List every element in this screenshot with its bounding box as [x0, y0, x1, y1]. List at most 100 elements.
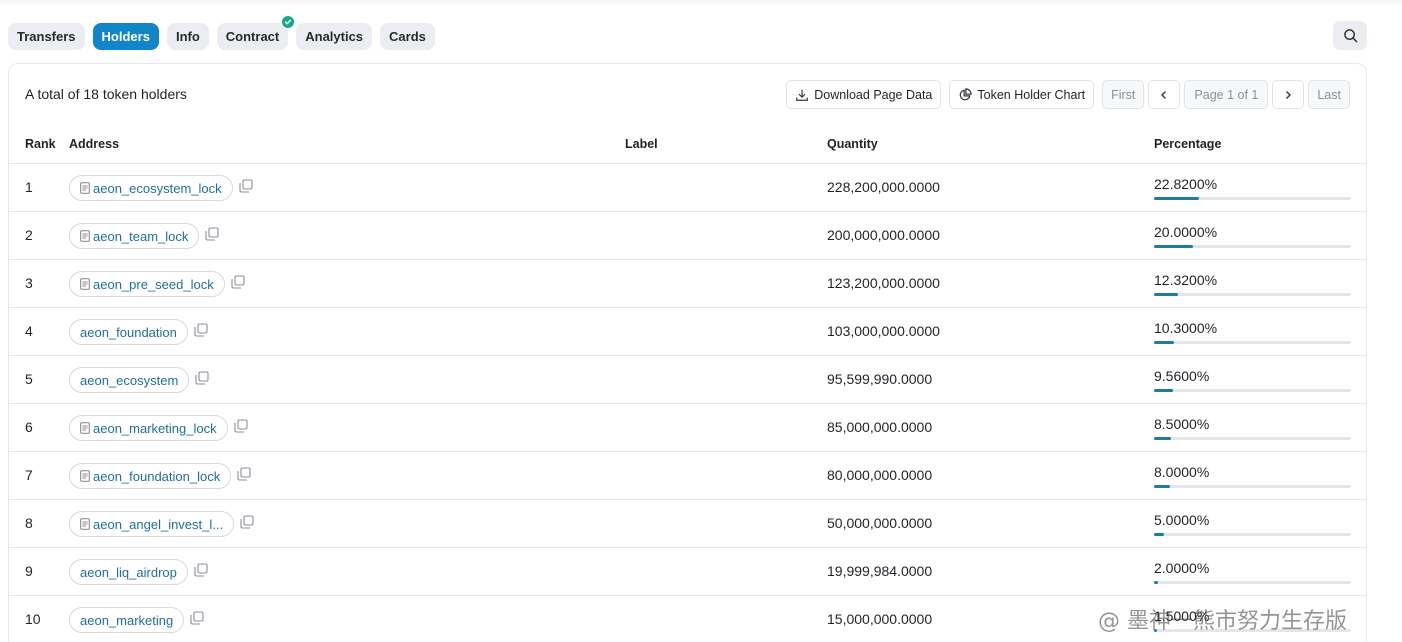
document-icon [80, 182, 90, 194]
copy-address-icon[interactable] [239, 179, 255, 195]
copy-address-icon[interactable] [195, 371, 211, 387]
holder-rank: 6 [25, 419, 33, 435]
holder-percentage: 10.3000% [1154, 320, 1351, 344]
copy-address-icon[interactable] [190, 611, 206, 627]
tab-analytics[interactable]: Analytics [296, 23, 373, 50]
percentage-bar-fill [1154, 437, 1171, 440]
copy-address-icon[interactable] [231, 275, 247, 291]
tab-label: Cards [389, 29, 426, 44]
search-icon [1343, 29, 1357, 43]
column-label: Label [625, 137, 658, 151]
table-row: 6 aeon_marketing_lock 85,000,000.0000 8.500… [9, 404, 1366, 452]
percentage-bar [1154, 533, 1351, 536]
column-rank: Rank [25, 137, 56, 151]
copy-address-icon[interactable] [234, 419, 250, 435]
holder-address-text: aeon_team_lock [93, 228, 189, 244]
next-page-button[interactable] [1272, 80, 1305, 109]
table-row: 4 aeon_foundation 103,000,000.0000 10.3000% [9, 308, 1366, 356]
percentage-bar [1154, 389, 1351, 392]
holder-rank: 2 [25, 227, 33, 243]
percentage-bar [1154, 341, 1351, 344]
holder-address-text: aeon_marketing [80, 612, 174, 628]
holder-address-text: aeon_foundation [80, 324, 177, 340]
holder-count-summary: A total of 18 token holders [25, 86, 187, 102]
token-holder-chart-button[interactable]: Token Holder Chart [949, 80, 1095, 109]
holder-quantity: 103,000,000.0000 [827, 323, 940, 339]
holder-percentage: 8.5000% [1154, 416, 1351, 440]
holder-percentage: 9.5600% [1154, 368, 1351, 392]
tab-bar: Transfers Holders Info Contract Analytics Car… [8, 15, 435, 50]
holder-quantity: 123,200,000.0000 [827, 275, 940, 291]
pie-chart-icon [960, 87, 973, 100]
holder-quantity: 85,000,000.0000 [827, 419, 933, 435]
document-icon [80, 518, 90, 530]
table-row: 9 aeon_liq_airdrop 19,999,984.0000 2.0000% [9, 548, 1366, 596]
percentage-bar-fill [1154, 245, 1194, 248]
tab-transfers[interactable]: Transfers [8, 23, 85, 50]
table-row: 3 aeon_pre_seed_lock 123,200,000.0000 12.32… [9, 260, 1366, 308]
percentage-bar [1154, 581, 1351, 584]
holder-address-text: aeon_angel_invest_l... [93, 516, 224, 532]
document-icon [80, 470, 90, 482]
tab-contract[interactable]: Contract [216, 15, 296, 50]
copy-address-icon[interactable] [240, 515, 256, 531]
column-percentage: Percentage [1154, 137, 1222, 151]
chevron-right-icon [1286, 90, 1292, 99]
column-address: Address [69, 137, 120, 151]
copy-address-icon[interactable] [237, 467, 253, 483]
holder-percentage-value: 5.0000% [1154, 512, 1210, 528]
percentage-bar [1154, 197, 1351, 200]
tab-label: Holders [101, 29, 150, 44]
holder-rank: 5 [25, 371, 33, 387]
table-row: 1 aeon_ecosystem_lock 228,200,000.0000 22.8… [9, 164, 1366, 212]
percentage-bar-fill [1154, 581, 1158, 584]
toolbar: Download Page Data Token Holder Chart Fi… [786, 80, 1350, 109]
holder-address-link[interactable]: aeon_ecosystem_lock [69, 175, 233, 201]
table-row: 8 aeon_angel_invest_l... 50,000,000.0000 5.… [9, 500, 1366, 548]
holder-rank: 7 [25, 467, 33, 483]
percentage-bar-fill [1154, 485, 1170, 488]
page-indicator: Page 1 of 1 [1184, 80, 1269, 109]
holder-address-link[interactable]: aeon_angel_invest_l... [69, 511, 235, 537]
holder-address-link[interactable]: aeon_ecosystem [69, 367, 190, 393]
table-row: 2 aeon_team_lock 200,000,000.0000 20.0000% [9, 212, 1366, 260]
search-button[interactable] [1333, 21, 1367, 50]
prev-page-button[interactable] [1148, 80, 1181, 109]
percentage-bar [1154, 485, 1351, 488]
percentage-bar-fill [1154, 533, 1164, 536]
tab-cards[interactable]: Cards [380, 23, 435, 50]
holder-percentage-value: 22.8200% [1154, 176, 1218, 192]
holder-percentage-value: 8.0000% [1154, 464, 1210, 480]
holder-address-link[interactable]: aeon_liq_airdrop [69, 559, 188, 585]
download-page-data-button[interactable]: Download Page Data [786, 80, 942, 109]
holder-address-text: aeon_marketing_lock [93, 420, 217, 436]
holder-rank: 4 [25, 323, 33, 339]
holder-address-link[interactable]: aeon_foundation [69, 319, 188, 345]
holder-rank: 1 [25, 179, 33, 195]
holders-table-body: 1 aeon_ecosystem_lock 228,200,000.0000 22.8… [9, 164, 1366, 642]
copy-address-icon[interactable] [194, 323, 210, 339]
holder-address-text: aeon_foundation_lock [93, 468, 221, 484]
holder-address-link[interactable]: aeon_foundation_lock [69, 463, 232, 489]
holder-address-text: aeon_liq_airdrop [80, 564, 177, 580]
copy-address-icon[interactable] [194, 563, 210, 579]
holder-quantity: 19,999,984.0000 [827, 563, 933, 579]
tab-holders[interactable]: Holders [92, 23, 159, 50]
top-fade [0, 0, 1402, 6]
holder-address-link[interactable]: aeon_team_lock [69, 223, 200, 249]
holder-address-link[interactable]: aeon_pre_seed_lock [69, 271, 225, 297]
holder-quantity: 15,000,000.0000 [827, 611, 933, 627]
percentage-bar-fill [1154, 389, 1173, 392]
holder-percentage: 5.0000% [1154, 512, 1351, 536]
download-icon [796, 89, 809, 101]
holder-percentage: 2.0000% [1154, 560, 1351, 584]
last-page-button[interactable]: Last [1308, 80, 1350, 109]
holder-address-link[interactable]: aeon_marketing [69, 607, 185, 633]
holder-quantity: 95,599,990.0000 [827, 371, 933, 387]
first-page-button[interactable]: First [1102, 80, 1145, 109]
holder-address-text: aeon_pre_seed_lock [93, 276, 214, 292]
tab-info[interactable]: Info [166, 23, 209, 50]
percentage-bar-fill [1154, 293, 1179, 296]
copy-address-icon[interactable] [205, 227, 221, 243]
holder-address-link[interactable]: aeon_marketing_lock [69, 415, 228, 441]
